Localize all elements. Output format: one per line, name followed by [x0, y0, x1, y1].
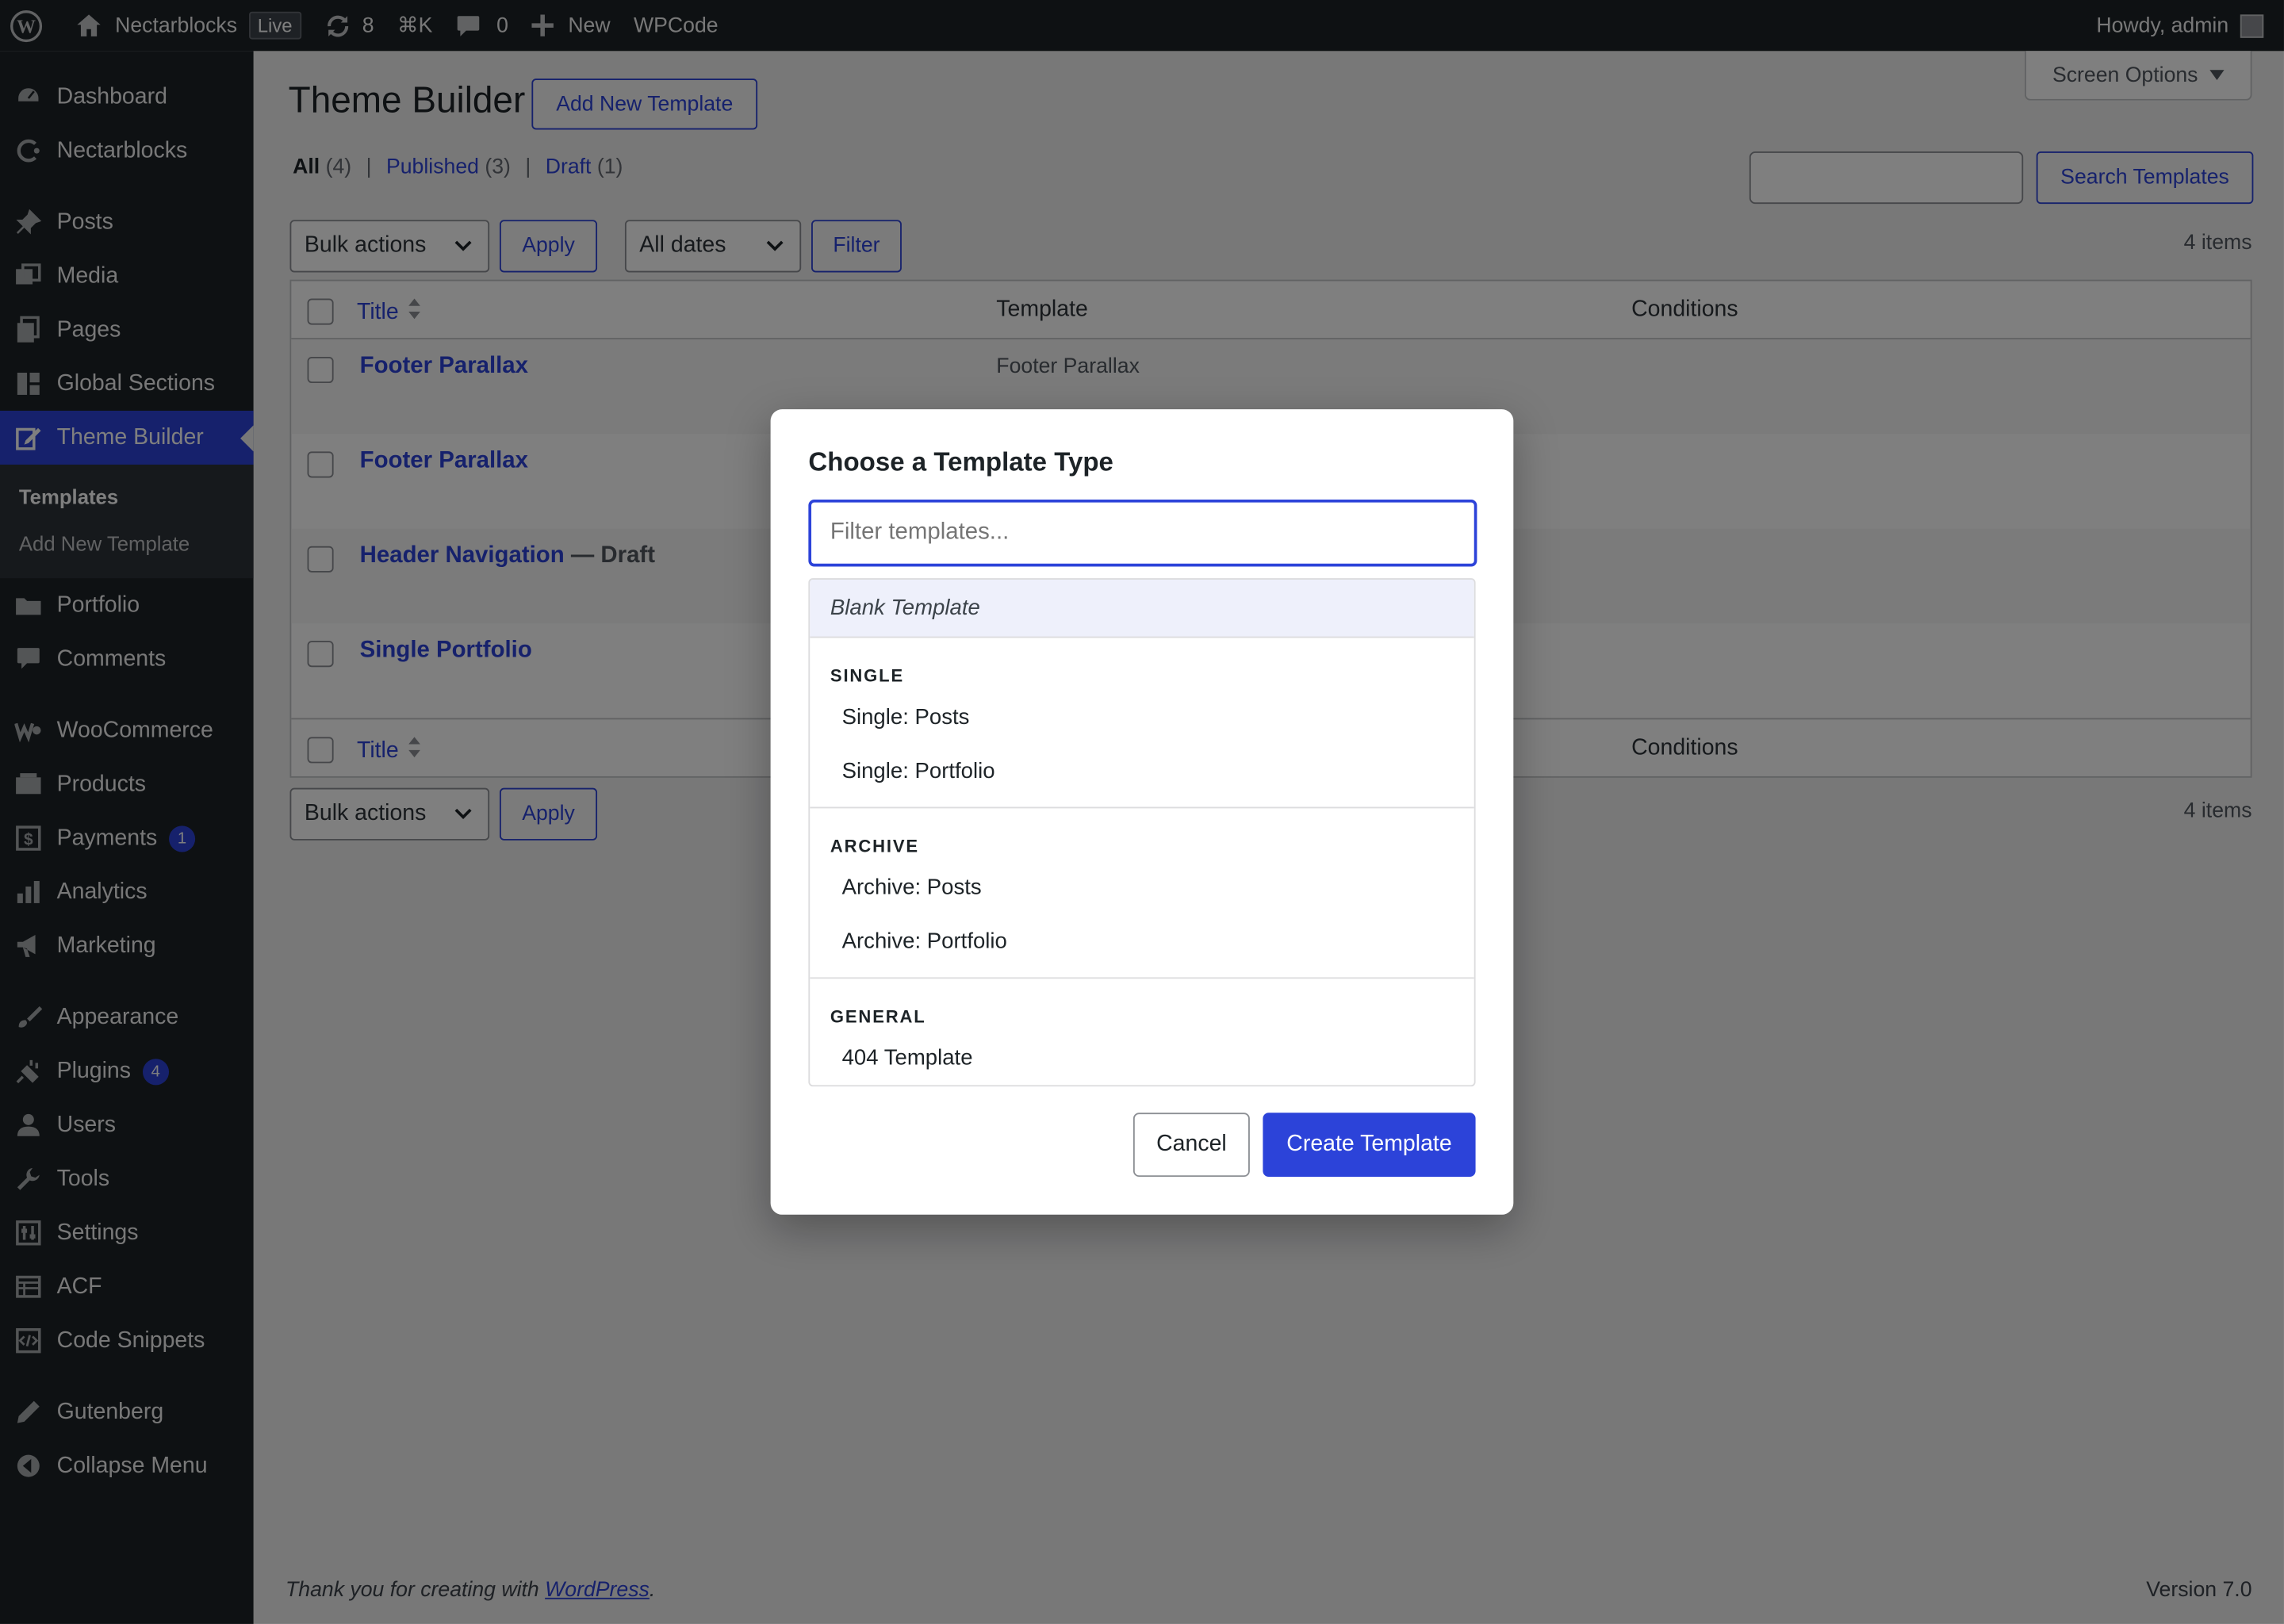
template-option-single-posts[interactable]: Single: Posts: [810, 691, 1474, 745]
modal-title: Choose a Template Type: [808, 446, 1113, 477]
cancel-button[interactable]: Cancel: [1132, 1113, 1250, 1178]
template-group-label: SINGLE: [830, 665, 904, 687]
template-group-label: GENERAL: [830, 1006, 926, 1027]
template-group-single: SINGLE Single: Posts Single: Portfolio: [810, 638, 1474, 809]
filter-templates-input[interactable]: [808, 499, 1477, 567]
template-option-single-portfolio[interactable]: Single: Portfolio: [810, 745, 1474, 799]
template-option-archive-portfolio[interactable]: Archive: Portfolio: [810, 914, 1474, 968]
template-group-label: ARCHIVE: [830, 836, 919, 856]
template-group-general: GENERAL 404 Template: [810, 979, 1474, 1085]
template-option-404[interactable]: 404 Template: [810, 1031, 1474, 1085]
template-option-archive-posts[interactable]: Archive: Posts: [810, 860, 1474, 914]
template-option-blank[interactable]: Blank Template: [810, 580, 1474, 638]
template-type-list: Blank Template SINGLE Single: Posts Sing…: [808, 578, 1476, 1087]
template-group-archive: ARCHIVE Archive: Posts Archive: Portfoli…: [810, 808, 1474, 979]
choose-template-type-modal: Choose a Template Type Blank Template SI…: [770, 409, 1514, 1215]
create-template-button[interactable]: Create Template: [1263, 1113, 1476, 1178]
